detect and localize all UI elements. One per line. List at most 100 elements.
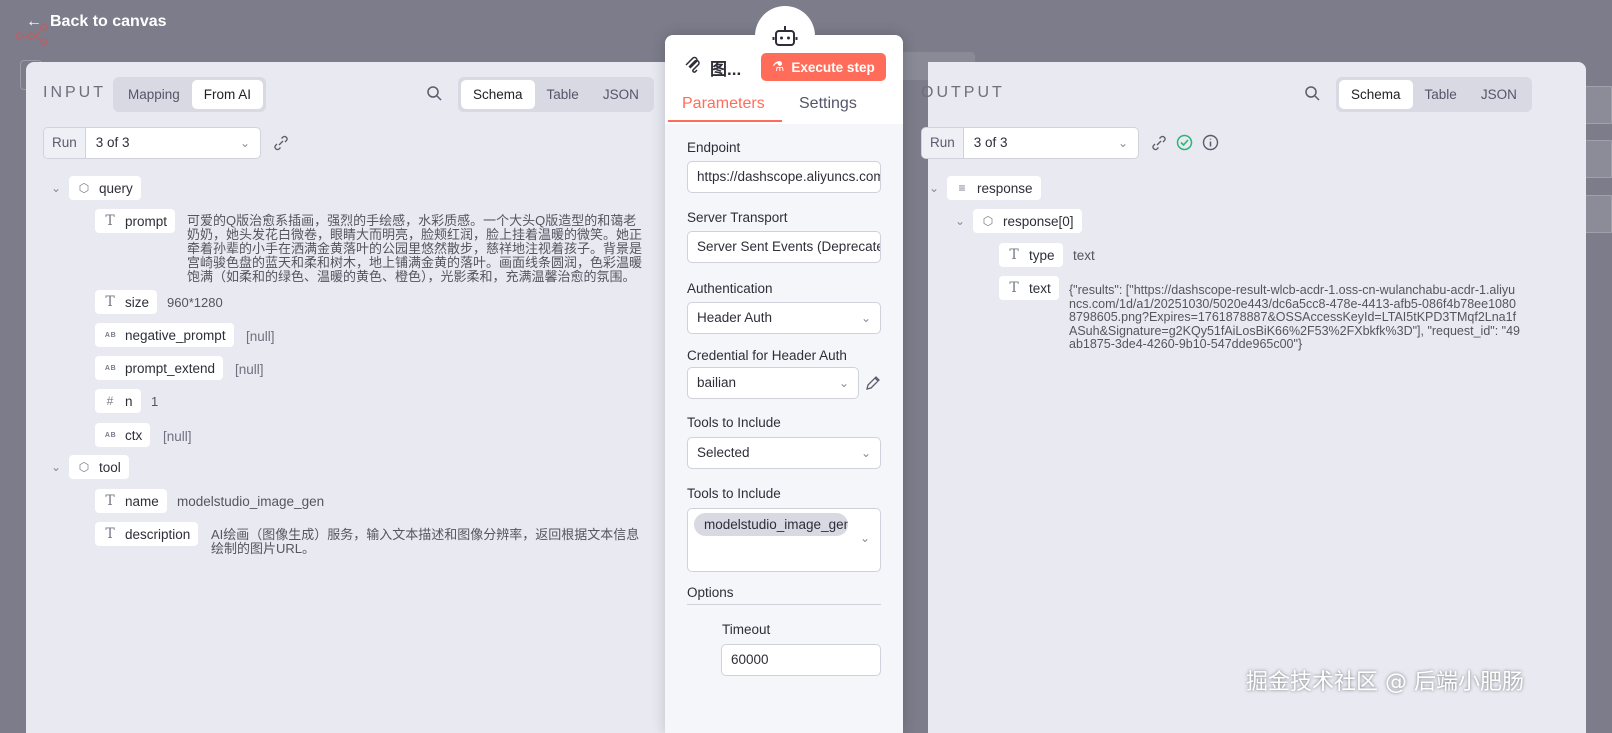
tab-table[interactable]: Table	[1413, 80, 1469, 109]
text-type-icon: T	[105, 213, 115, 229]
object-cube-icon: ⬡	[78, 181, 90, 195]
text-type-icon: T	[105, 493, 115, 509]
name-value: modelstudio_image_gen	[177, 494, 325, 509]
chevron-down-icon: ⌄	[838, 376, 849, 390]
authentication-label: Authentication	[687, 281, 773, 296]
tab-table[interactable]: Table	[535, 80, 591, 109]
text-key[interactable]: Ttext	[999, 276, 1059, 300]
tool-key[interactable]: ⬡ tool	[69, 455, 129, 479]
search-icon[interactable]	[426, 85, 442, 101]
timeout-input[interactable]: 60000	[721, 644, 881, 676]
collapse-chevron-icon[interactable]: ⌄	[51, 460, 61, 474]
pencil-edit-icon[interactable]	[865, 375, 881, 391]
ctx-value: [null]	[163, 429, 192, 444]
response-item-key[interactable]: ⬡ response[0]	[973, 209, 1082, 233]
success-check-icon	[1176, 134, 1193, 151]
canvas-side-button	[1582, 86, 1612, 124]
options-divider	[687, 604, 881, 605]
tab-settings[interactable]: Settings	[799, 95, 857, 113]
text-type-icon: T	[1009, 247, 1019, 263]
n-key[interactable]: # n	[95, 389, 141, 413]
prompt-extend-value: [null]	[235, 362, 264, 377]
response-key[interactable]: ≡ response	[947, 176, 1041, 200]
chevron-down-icon: ⌄	[860, 311, 871, 325]
ctx-key[interactable]: A Bctx	[95, 423, 151, 447]
description-value: AI绘画（图像生成）服务，输入文本描述和图像分辨率，返回根据文本信息绘制的图片U…	[211, 527, 640, 556]
size-key[interactable]: Tsize	[95, 290, 158, 314]
canvas-side-button	[1582, 195, 1612, 233]
run-selector[interactable]: Run 3 of 3 ⌄	[43, 127, 261, 159]
collapse-chevron-icon[interactable]: ⌄	[51, 181, 61, 195]
execute-step-button[interactable]: ⚗ Execute step	[761, 53, 886, 81]
text-type-icon: T	[1009, 280, 1019, 296]
endpoint-label: Endpoint	[687, 140, 741, 155]
tab-schema[interactable]: Schema	[461, 80, 535, 109]
tab-from-ai[interactable]: From AI	[191, 80, 264, 109]
output-view-tabs: Schema Table JSON	[1336, 77, 1532, 112]
input-mode-tabs: Mapping From AI	[113, 77, 267, 112]
tools-include-label: Tools to Include	[687, 415, 781, 430]
mcp-node-icon	[685, 56, 700, 73]
canvas-side-button	[1582, 140, 1612, 178]
text-type-icon: T	[105, 526, 115, 542]
chevron-down-icon: ⌄	[1117, 136, 1128, 150]
n-value: 1	[151, 394, 159, 409]
credential-label: Credential for Header Auth	[687, 348, 847, 363]
object-cube-icon: ⬡	[982, 214, 994, 228]
tab-json[interactable]: JSON	[591, 80, 651, 109]
negative-prompt-key[interactable]: A Bnegative_prompt	[95, 323, 234, 347]
name-key[interactable]: Tname	[95, 489, 167, 513]
input-view-tabs: Schema Table JSON	[458, 77, 654, 112]
tab-parameters[interactable]: Parameters	[682, 95, 765, 113]
any-type-icon: A B	[104, 331, 116, 339]
tools-include-select[interactable]: Selected ⌄	[687, 437, 881, 469]
collapse-chevron-icon[interactable]: ⌄	[929, 181, 939, 195]
any-type-icon: A B	[104, 431, 116, 439]
array-list-icon: ≡	[958, 181, 966, 195]
endpoint-input[interactable]: https://dashscope.aliyuncs.com	[687, 161, 881, 193]
output-header: OUTPUT	[921, 84, 1005, 101]
options-label: Options	[687, 585, 734, 600]
arrow-left-icon: ←	[26, 13, 42, 30]
text-type-icon: T	[105, 294, 115, 310]
tools-include-list-label: Tools to Include	[687, 486, 781, 501]
type-value: text	[1073, 248, 1095, 263]
transport-label: Server Transport	[687, 210, 788, 225]
robot-icon	[772, 26, 798, 46]
tab-mapping[interactable]: Mapping	[116, 80, 192, 109]
type-key[interactable]: Ttype	[999, 243, 1063, 267]
chevron-down-icon: ⌄	[860, 446, 871, 460]
run-selector[interactable]: Run 3 of 3 ⌄	[921, 127, 1139, 159]
prompt-value: 可爱的Q版治愈系插画，强烈的手绘感，水彩质感。一个大头Q版造型的和蔼老奶奶，她头…	[187, 213, 643, 284]
query-key[interactable]: ⬡ query	[69, 176, 141, 200]
collapse-chevron-icon[interactable]: ⌄	[955, 214, 965, 228]
prompt-extend-key[interactable]: A Bprompt_extend	[95, 356, 224, 380]
link-icon[interactable]	[273, 135, 289, 151]
text-value: {"results": ["https://dashscope-result-w…	[1069, 283, 1520, 351]
search-icon[interactable]	[1304, 85, 1320, 101]
size-value: 960*1280	[167, 295, 223, 310]
credential-select[interactable]: bailian ⌄	[687, 367, 859, 399]
negative-prompt-value: [null]	[246, 329, 275, 344]
output-panel	[928, 62, 1586, 733]
link-icon[interactable]	[1151, 135, 1167, 151]
prompt-key[interactable]: Tprompt	[95, 209, 176, 233]
chevron-down-icon: ⌄	[239, 136, 250, 150]
watermark-text: 掘金技术社区 @ 后端小肥肠	[1246, 670, 1524, 695]
tab-json[interactable]: JSON	[1469, 80, 1529, 109]
authentication-select[interactable]: Header Auth ⌄	[687, 302, 881, 334]
info-icon[interactable]	[1202, 134, 1219, 151]
tab-schema[interactable]: Schema	[1339, 80, 1413, 109]
description-key[interactable]: Tdescription	[95, 522, 199, 546]
active-tab-indicator	[668, 120, 782, 122]
flask-icon: ⚗	[772, 59, 785, 74]
number-type-icon: #	[106, 394, 114, 408]
timeout-label: Timeout	[722, 622, 771, 637]
node-title: 图...	[710, 60, 742, 79]
chevron-down-icon: ⌄	[859, 531, 870, 545]
tools-multiselect[interactable]: modelstudio_image_gen ⌄	[687, 508, 881, 572]
input-header: INPUT	[43, 84, 106, 101]
transport-select[interactable]: Server Sent Events (Deprecated)	[687, 231, 881, 263]
tool-chip[interactable]: modelstudio_image_gen	[694, 513, 848, 536]
back-to-canvas-link[interactable]: ← Back to canvas	[26, 13, 167, 31]
